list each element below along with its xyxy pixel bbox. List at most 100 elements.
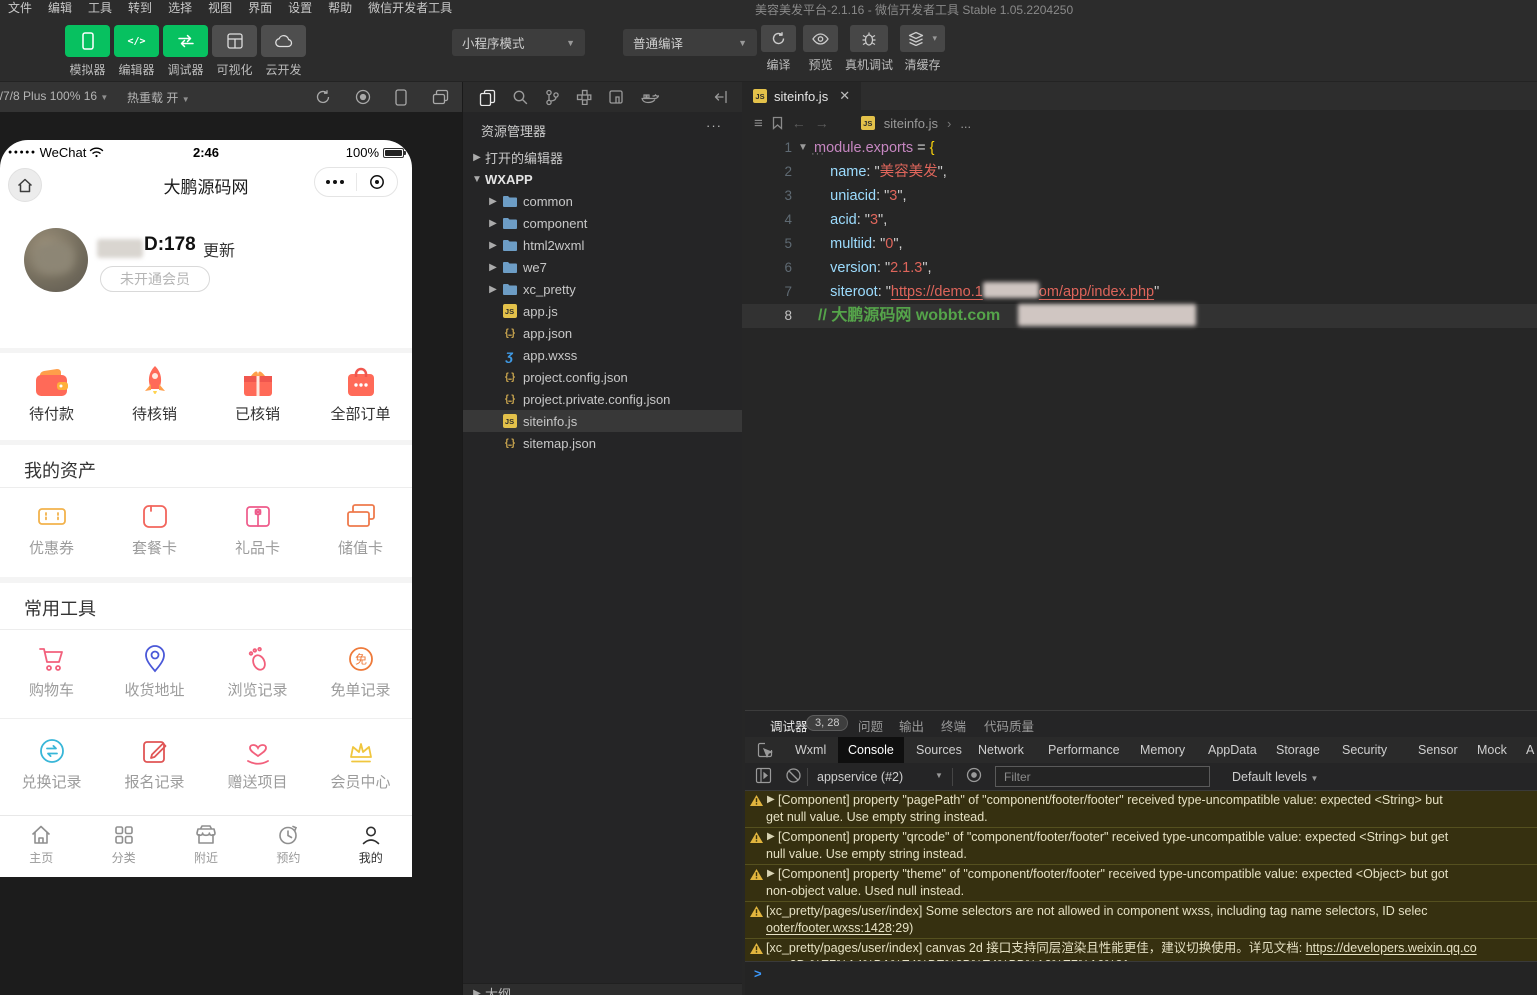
order-item-pending-payment[interactable]: 待付款	[0, 360, 103, 424]
tab-nearby[interactable]: 附近	[165, 816, 247, 877]
cloud-dev-button[interactable]: 云开发	[260, 25, 307, 78]
menu-goto[interactable]: 转到	[120, 0, 160, 16]
clear-console-icon[interactable]	[785, 767, 802, 784]
console-warning[interactable]: [xc_pretty/pages/user/index] Some select…	[745, 902, 1537, 939]
tree-folder-xc-pretty[interactable]: ▶xc_pretty	[463, 278, 742, 300]
menu-select[interactable]: 选择	[160, 0, 200, 16]
device-frame-icon[interactable]	[395, 89, 407, 106]
tool-item-address[interactable]: 收货地址	[103, 640, 206, 700]
devtab-memory[interactable]: Memory	[1140, 737, 1185, 763]
breadcrumb[interactable]: siteinfo.js	[884, 116, 938, 131]
bookmark-icon[interactable]	[772, 116, 783, 130]
tree-folder-component[interactable]: ▶component	[463, 212, 742, 234]
visualize-toggle-button[interactable]: 可视化	[211, 25, 258, 78]
tool-item-history[interactable]: 浏览记录	[206, 640, 309, 700]
capsule-menu[interactable]	[314, 167, 398, 197]
hot-reload-toggle[interactable]: 热重载 开 ▼	[127, 89, 190, 106]
editor-toggle-button[interactable]: </> 编辑器	[113, 25, 160, 78]
order-item-verified[interactable]: 已核销	[206, 360, 309, 424]
tree-open-editors[interactable]: ▶打开的编辑器	[463, 146, 742, 168]
update-link[interactable]: 更新	[203, 237, 235, 261]
debugger-toggle-button[interactable]: 调试器	[162, 25, 209, 78]
devtab-sensor[interactable]: Sensor	[1418, 737, 1458, 763]
cloud-whale-icon[interactable]	[640, 90, 659, 104]
extensions-icon[interactable]	[576, 89, 592, 105]
menu-tools[interactable]: 工具	[80, 0, 120, 16]
code-area[interactable]: 1▼module.exports = { 2 name: "美容美发", 3 u…	[742, 136, 1537, 328]
devtab-wxml[interactable]: Wxml	[795, 737, 826, 763]
tree-root-wxapp[interactable]: ▼WXAPP	[463, 168, 742, 190]
devtab-network[interactable]: Network	[978, 737, 1024, 763]
asset-item-stored-value-card[interactable]: 储值卡	[309, 500, 412, 558]
console-warning[interactable]: ▶ [Component] property "pagePath" of "co…	[745, 791, 1537, 828]
outline-list-icon[interactable]: ≡	[754, 115, 763, 132]
asset-item-gift-card[interactable]: 礼品卡	[206, 500, 309, 558]
panel-tab-code-quality[interactable]: 代码质量	[984, 716, 1034, 735]
chevron-down-icon[interactable]: ▼	[935, 771, 943, 780]
tool-item-exchange[interactable]: 兑换记录	[0, 732, 103, 792]
compile-mode-dropdown[interactable]: 普通编译 ▼	[623, 29, 757, 56]
menu-devtools[interactable]: 微信开发者工具	[360, 0, 460, 16]
files-icon[interactable]	[479, 89, 496, 106]
record-icon[interactable]	[355, 89, 371, 105]
panel-tab-output[interactable]: 输出	[899, 716, 924, 735]
tree-file-project-private-config[interactable]: {..}project.private.config.json	[463, 388, 742, 410]
tree-file-siteinfo-js[interactable]: JSsiteinfo.js	[463, 410, 742, 432]
menu-edit[interactable]: 编辑	[40, 0, 80, 16]
tool-item-free-order[interactable]: 免 免单记录	[309, 640, 412, 700]
tab-home[interactable]: 主页	[0, 816, 82, 877]
tab-category[interactable]: 分类	[82, 816, 164, 877]
menu-interface[interactable]: 界面	[240, 0, 280, 16]
devtab-performance[interactable]: Performance	[1048, 737, 1120, 763]
eye-toggle-icon[interactable]	[965, 767, 983, 783]
order-item-pending-verify[interactable]: 待核销	[103, 360, 206, 424]
order-item-all-orders[interactable]: 全部订单	[309, 360, 412, 424]
devtab-sources[interactable]: Sources	[916, 737, 962, 763]
tab-profile[interactable]: 我的	[330, 816, 412, 877]
devtab-clipped[interactable]: A	[1526, 737, 1534, 763]
tree-file-app-js[interactable]: JSapp.js	[463, 300, 742, 322]
compile-button[interactable]: 编译	[761, 25, 796, 73]
console-warning[interactable]: ▶ [Component] property "theme" of "compo…	[745, 865, 1537, 902]
menu-help[interactable]: 帮助	[320, 0, 360, 16]
mode-dropdown[interactable]: 小程序模式 ▼	[452, 29, 585, 56]
tree-file-app-wxss[interactable]: ʒapp.wxss	[463, 344, 742, 366]
more-dots-icon[interactable]	[315, 180, 356, 184]
collapse-sidebar-icon[interactable]	[713, 89, 729, 105]
menu-file[interactable]: 文件	[0, 0, 40, 16]
devtab-storage[interactable]: Storage	[1276, 737, 1320, 763]
console-warning[interactable]: ▶ [Component] property "qrcode" of "comp…	[745, 828, 1537, 865]
editor-tab-siteinfo[interactable]: JS siteinfo.js ✕	[742, 82, 861, 110]
multi-window-icon[interactable]	[432, 89, 449, 105]
asset-item-package-card[interactable]: 套餐卡	[103, 500, 206, 558]
tree-file-app-json[interactable]: {..}app.json	[463, 322, 742, 344]
clear-cache-button[interactable]: ▾ 清缓存	[900, 25, 945, 73]
tree-file-project-config[interactable]: {..}project.config.json	[463, 366, 742, 388]
search-icon[interactable]	[512, 89, 528, 105]
log-levels-dropdown[interactable]: Default levels ▼	[1232, 767, 1318, 789]
tree-file-sitemap-json[interactable]: {..}sitemap.json	[463, 432, 742, 454]
nav-forward-icon[interactable]: →	[815, 115, 829, 131]
devtab-mock[interactable]: Mock	[1477, 737, 1507, 763]
panel-tab-terminal[interactable]: 终端	[941, 716, 966, 735]
toggle-drawer-icon[interactable]	[755, 767, 772, 784]
devtab-appdata[interactable]: AppData	[1208, 737, 1257, 763]
expand-arrow-icon[interactable]: ▶	[767, 792, 775, 808]
menu-view[interactable]: 视图	[200, 0, 240, 16]
devtab-security[interactable]: Security	[1342, 737, 1387, 763]
tree-folder-html2wxml[interactable]: ▶html2wxml	[463, 234, 742, 256]
more-actions-icon[interactable]: ···	[706, 118, 722, 133]
panel-tab-debugger[interactable]: 调试器	[770, 716, 808, 739]
tool-item-cart[interactable]: 购物车	[0, 640, 103, 700]
tab-booking[interactable]: 预约	[247, 816, 329, 877]
tool-item-signup[interactable]: 报名记录	[103, 732, 206, 792]
preview-button[interactable]: 预览	[803, 25, 838, 73]
tool-item-gifted[interactable]: 赠送项目	[206, 732, 309, 792]
remote-debug-button[interactable]: 真机调试	[845, 25, 893, 73]
avatar[interactable]	[24, 228, 88, 292]
nav-back-icon[interactable]: ←	[792, 115, 806, 131]
filter-input[interactable]	[995, 766, 1210, 787]
expand-arrow-icon[interactable]: ▶	[767, 829, 775, 845]
inspect-cursor-icon[interactable]	[757, 742, 773, 758]
simulator-toggle-button[interactable]: 模拟器	[64, 25, 111, 78]
